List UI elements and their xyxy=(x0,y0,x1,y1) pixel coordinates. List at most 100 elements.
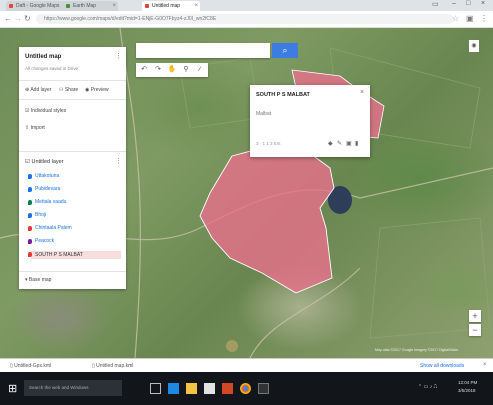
import-icon: ⇪ xyxy=(25,125,30,131)
tab-label: Untitled map xyxy=(152,3,181,9)
map-attribution: Map data ©2017 Google Imagery ©2017 Digi… xyxy=(375,348,459,352)
clock-date[interactable]: 3/5/2018 xyxy=(458,388,476,393)
system-tray-icons[interactable]: ⌃ ▭ ♪ ⎍ xyxy=(418,384,437,390)
base-map-label: Base map xyxy=(28,277,52,283)
map-title[interactable]: Untitled map xyxy=(25,54,61,60)
divider xyxy=(19,151,126,152)
back-arrow-icon[interactable]: ← xyxy=(4,14,12,24)
share-button[interactable]: ⚇ Share xyxy=(59,87,78,93)
search-button[interactable]: ⌕ xyxy=(272,43,298,58)
favicon-icon xyxy=(66,4,70,8)
layer-list-item[interactable]: SOUTH P S MALBAT xyxy=(28,251,121,259)
paint-icon[interactable]: ◆ xyxy=(328,140,333,147)
office-icon[interactable] xyxy=(222,383,233,394)
close-icon[interactable]: × xyxy=(483,362,487,368)
map-search-box xyxy=(136,43,270,58)
maximize-icon[interactable]: □ xyxy=(466,0,470,7)
zoom-out-button[interactable]: − xyxy=(469,324,481,336)
close-window-icon[interactable]: × xyxy=(481,0,485,7)
delete-icon[interactable]: ▮ xyxy=(355,140,358,147)
feature-title: SOUTH P S MALBAT xyxy=(256,92,310,98)
browser-tab[interactable]: Earth Map × xyxy=(63,1,118,11)
address-text: https://www.google.com/maps/d/edit?mid=1… xyxy=(44,16,217,22)
search-input[interactable] xyxy=(136,43,262,58)
layer-list-item[interactable]: Pubidevara xyxy=(28,186,61,192)
zoom-in-button[interactable]: + xyxy=(469,310,481,322)
layer-header[interactable]: ☑ Individual styles xyxy=(25,108,66,114)
layer-item-label: Peacock xyxy=(35,238,55,244)
photo-icon[interactable]: ▣ xyxy=(346,140,352,147)
line-icon[interactable]: ∕ xyxy=(193,64,207,76)
more-options-icon[interactable]: ⋮ xyxy=(115,52,122,60)
star-icon[interactable]: ☆ xyxy=(452,14,459,24)
checkbox-icon[interactable]: ☑ xyxy=(25,108,29,114)
map-toolbar: ↶ ↷ ✋ ⚲ ∕ xyxy=(136,63,208,77)
layer-options-icon[interactable]: ⋮ xyxy=(115,157,122,165)
download-item[interactable]: ▯ Untitled map.kml xyxy=(92,363,133,369)
layer-item-label: Uttakotuna xyxy=(35,173,60,179)
address-input[interactable]: https://www.google.com/maps/d/edit?mid=1… xyxy=(36,14,454,24)
reload-icon[interactable]: ↻ xyxy=(24,14,31,24)
user-icon[interactable]: ▭ xyxy=(432,0,439,8)
minimize-icon[interactable]: – xyxy=(452,0,456,7)
share-label: Share xyxy=(64,87,79,93)
edit-icon[interactable]: ✎ xyxy=(337,140,342,147)
close-icon[interactable]: × xyxy=(360,89,364,96)
clock-time[interactable]: 12:04 PM xyxy=(458,380,477,385)
feature-meta: 3 · 1 1 3 Ent xyxy=(256,141,281,146)
windows-start-icon[interactable]: ⊞ xyxy=(8,382,17,395)
extension-icon[interactable]: ▣ xyxy=(466,14,474,24)
tab-label: Earth Map xyxy=(73,3,97,9)
layer-list-item[interactable]: Chintaala Palem xyxy=(28,225,72,231)
address-bar-row: ← → ↻ https://www.google.com/maps/d/edit… xyxy=(0,11,493,28)
store-icon[interactable] xyxy=(204,383,215,394)
pegman-icon[interactable]: ◉ xyxy=(469,40,479,52)
layer-title[interactable]: ☑ Untitled layer xyxy=(25,159,64,165)
marker-icon[interactable]: ⚲ xyxy=(179,64,193,76)
download-item-label: Untitled map.kml xyxy=(96,363,134,369)
preview-button[interactable]: ◉ Preview xyxy=(85,87,109,93)
layer-item-label: Pubidevara xyxy=(35,186,61,192)
layer-style-label: Individual styles xyxy=(30,108,67,114)
taskbar-search-box[interactable]: Search the web and Windows xyxy=(24,380,122,396)
add-layer-button[interactable]: ⊕ Add layer xyxy=(25,87,51,93)
download-item[interactable]: ▯ Untitled-Gps.kml xyxy=(10,363,51,369)
preview-label: Preview xyxy=(90,87,109,93)
feature-description: Malbat xyxy=(256,111,272,117)
layer-title-text: Untitled layer xyxy=(31,159,64,165)
search-icon: ⌕ xyxy=(282,45,288,55)
file-explorer-icon[interactable] xyxy=(186,383,197,394)
preview-icon: ◉ xyxy=(85,87,90,93)
layer-item-label: Mettala vaadu xyxy=(35,199,67,205)
task-view-icon[interactable] xyxy=(150,383,161,394)
polygon-shape-selected[interactable] xyxy=(199,145,335,294)
menu-icon[interactable]: ⋮ xyxy=(480,14,488,24)
base-map-toggle[interactable]: ▾ Base map xyxy=(25,277,51,283)
tab-label: Daft - Google Maps xyxy=(16,3,60,9)
undo-icon[interactable]: ↶ xyxy=(137,64,151,76)
browser-tab-active[interactable]: Untitled map × xyxy=(142,1,200,11)
chrome-icon[interactable] xyxy=(240,383,251,394)
close-tab-icon[interactable]: × xyxy=(194,1,198,11)
add-layer-label: Add layer xyxy=(30,87,52,93)
chevron-down-icon: ▾ xyxy=(25,277,28,283)
browser-tab[interactable]: Daft - Google Maps × xyxy=(6,1,71,11)
layer-list-item[interactable]: Peacock xyxy=(28,238,55,244)
file-icon: ▯ xyxy=(10,363,13,369)
layer-list-item[interactable]: Mettala vaadu xyxy=(28,199,67,205)
redo-icon[interactable]: ↷ xyxy=(151,64,165,76)
layer-list-item[interactable]: Uttakotuna xyxy=(28,173,60,179)
edge-browser-icon[interactable] xyxy=(168,383,179,394)
import-label: Import xyxy=(30,125,45,131)
layer-item-label: SOUTH P S MALBAT xyxy=(35,252,83,258)
layer-list-item[interactable]: Bhoji xyxy=(28,212,46,218)
show-all-downloads-link[interactable]: Show all downloads xyxy=(420,363,464,369)
forward-arrow-icon[interactable]: → xyxy=(14,14,22,24)
import-link[interactable]: ⇪ Import xyxy=(25,125,45,131)
download-item-label: Untitled-Gps.kml xyxy=(14,363,52,369)
app-icon[interactable] xyxy=(258,383,269,394)
hand-icon[interactable]: ✋ xyxy=(165,64,179,76)
save-status: All changes saved in Drive xyxy=(25,66,79,71)
checkbox-icon[interactable]: ☑ xyxy=(25,159,30,165)
close-tab-icon[interactable]: × xyxy=(112,1,116,11)
